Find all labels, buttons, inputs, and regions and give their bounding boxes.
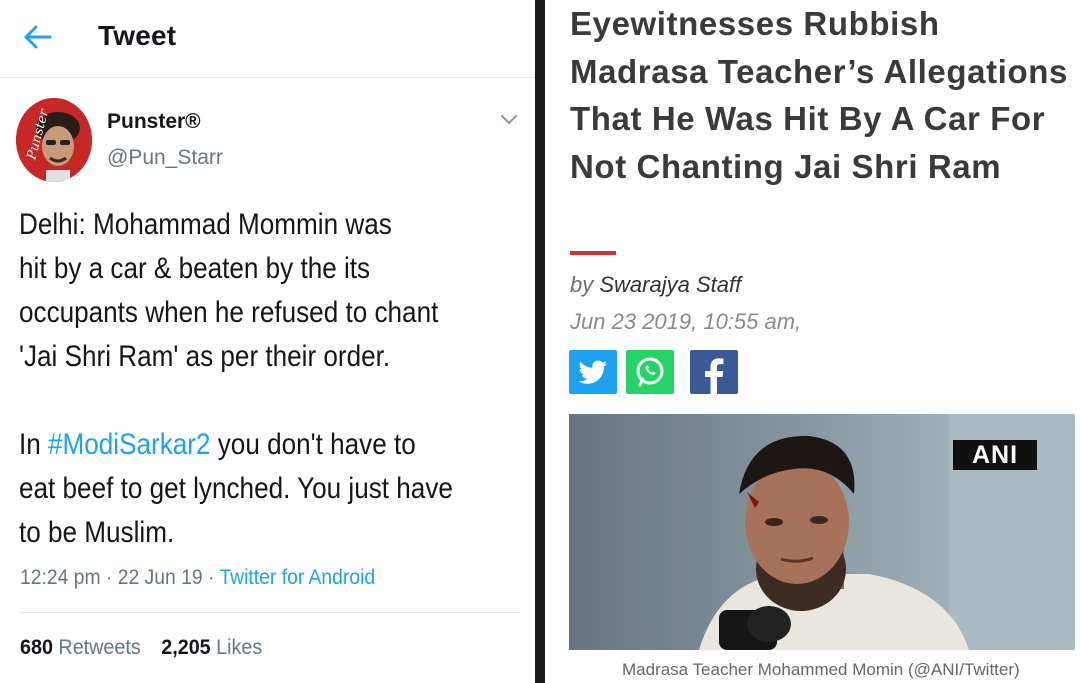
article-photo: ANI <box>569 414 1075 650</box>
tweet-line: In #ModiSarkar2 you don't have to <box>19 423 458 467</box>
article-date: Jun 23 2019, 10:55 am, <box>570 309 802 334</box>
facebook-icon <box>705 358 724 394</box>
likes-stat[interactable]: 2,205 Likes <box>161 636 262 660</box>
headline-accent-rule <box>570 251 616 255</box>
photo-badge-ani: ANI <box>953 440 1037 470</box>
tweet-text-fragment: In <box>19 428 49 461</box>
tweet-header: Tweet <box>0 0 535 78</box>
chevron-down-icon[interactable] <box>498 108 520 130</box>
likes-label: Likes <box>216 636 263 659</box>
photo-caption: Madrasa Teacher Mohammed Momin (@ANI/Twi… <box>622 660 1020 679</box>
tweet-line: occupants when he refused to chant <box>19 296 439 329</box>
author-name[interactable]: Punster® <box>107 110 201 134</box>
tweet-panel: Tweet Punster Punster® @Pun_Starr Delhi:… <box>0 0 535 683</box>
article-byline: by Swarajya Staff <box>570 272 741 298</box>
back-arrow-icon[interactable] <box>20 20 54 54</box>
likes-count: 2,205 <box>161 636 211 659</box>
retweets-count: 680 <box>20 636 53 659</box>
tweet-line: eat beef to get lynched. You just have <box>19 472 453 505</box>
retweets-label: Retweets <box>58 636 141 659</box>
article-author-link[interactable]: Swarajya Staff <box>599 272 741 297</box>
twitter-icon <box>578 360 607 384</box>
tweet-text-fragment: you don't have to <box>210 428 416 461</box>
tweet-line: Delhi: Mohammad Mommin was <box>19 208 392 241</box>
tweet-stats: 680 Retweets 2,205 Likes <box>20 636 262 660</box>
tweet-source-link[interactable]: Twitter for Android <box>219 566 375 589</box>
whatsapp-icon <box>636 357 664 387</box>
author-handle[interactable]: @Pun_Starr <box>107 146 223 170</box>
meta-separator: · <box>202 566 220 589</box>
share-facebook-button[interactable] <box>690 350 738 394</box>
retweets-stat[interactable]: 680 Retweets <box>20 636 141 660</box>
divider <box>20 612 520 613</box>
page-title: Tweet <box>98 20 177 51</box>
share-whatsapp-button[interactable] <box>626 350 674 394</box>
avatar[interactable]: Punster <box>16 98 92 182</box>
article-panel: Eyewitnesses Rubbish Madrasa Teacher’s A… <box>545 0 1080 683</box>
panel-divider <box>535 0 545 683</box>
tweet-time[interactable]: 12:24 pm <box>20 566 101 589</box>
share-twitter-button[interactable] <box>569 350 617 394</box>
tweet-line: 'Jai Shri Ram' as per their order. <box>19 340 391 373</box>
hashtag-link[interactable]: #ModiSarkar2 <box>48 428 210 461</box>
tweet-line: hit by a car & beaten by the its <box>19 252 371 285</box>
tweet-line: to be Muslim. <box>19 516 175 549</box>
tweet-text: Delhi: Mohammad Mommin was hit by a car … <box>19 203 458 555</box>
tweet-date[interactable]: 22 Jun 19 <box>118 566 203 589</box>
tweet-meta: 12:24 pm · 22 Jun 19 · Twitter for Andro… <box>20 566 375 590</box>
meta-separator: · <box>100 566 118 589</box>
article-headline: Eyewitnesses Rubbish Madrasa Teacher’s A… <box>570 5 1068 185</box>
byline-prefix: by <box>570 272 600 297</box>
